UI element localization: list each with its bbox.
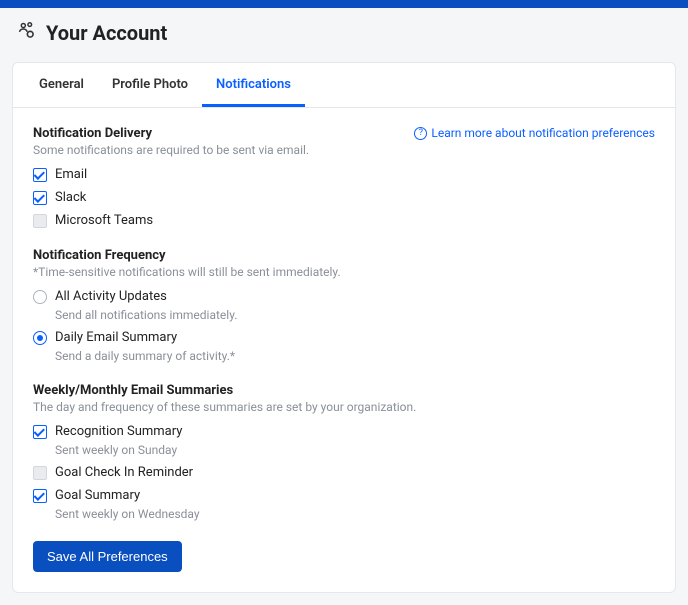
- account-icon: [16, 20, 38, 46]
- checkbox-email[interactable]: [33, 168, 47, 182]
- label-slack: Slack: [55, 190, 86, 205]
- desc-all-activity: Send all notifications immediately.: [55, 308, 655, 322]
- frequency-title: Notification Frequency: [33, 248, 655, 263]
- delivery-subtitle: Some notifications are required to be se…: [33, 143, 655, 157]
- label-goal-checkin: Goal Check In Reminder: [55, 465, 193, 480]
- settings-card: General Profile Photo Notifications ? Le…: [12, 62, 676, 593]
- section-frequency: Notification Frequency *Time-sensitive n…: [33, 248, 655, 363]
- help-icon: ?: [414, 127, 427, 140]
- section-delivery: ? Learn more about notification preferen…: [33, 126, 655, 228]
- tab-notifications[interactable]: Notifications: [202, 63, 305, 107]
- frequency-subtitle: *Time-sensitive notifications will still…: [33, 265, 655, 279]
- label-recognition: Recognition Summary: [55, 424, 182, 439]
- page-title: Your Account: [46, 21, 167, 45]
- weekly-title: Weekly/Monthly Email Summaries: [33, 383, 655, 398]
- save-button[interactable]: Save All Preferences: [33, 541, 182, 572]
- section-weekly: Weekly/Monthly Email Summaries The day a…: [33, 383, 655, 521]
- label-teams: Microsoft Teams: [55, 213, 153, 228]
- tabs: General Profile Photo Notifications: [13, 63, 675, 108]
- tab-content: ? Learn more about notification preferen…: [13, 108, 675, 592]
- label-daily-summary: Daily Email Summary: [55, 330, 177, 345]
- label-all-activity: All Activity Updates: [55, 289, 167, 304]
- desc-recognition: Sent weekly on Sunday: [55, 443, 655, 457]
- checkbox-goal-summary[interactable]: [33, 489, 47, 503]
- weekly-subtitle: The day and frequency of these summaries…: [33, 400, 655, 414]
- checkbox-slack[interactable]: [33, 191, 47, 205]
- label-goal-summary: Goal Summary: [55, 488, 140, 503]
- checkbox-goal-checkin[interactable]: [33, 466, 47, 480]
- learn-more-link[interactable]: ? Learn more about notification preferen…: [414, 126, 655, 140]
- checkbox-teams[interactable]: [33, 214, 47, 228]
- desc-daily-summary: Send a daily summary of activity.*: [55, 349, 655, 363]
- tab-general[interactable]: General: [25, 63, 98, 107]
- desc-goal-summary: Sent weekly on Wednesday: [55, 507, 655, 521]
- checkbox-recognition[interactable]: [33, 425, 47, 439]
- learn-more-text: Learn more about notification preference…: [431, 126, 655, 140]
- label-email: Email: [55, 167, 87, 182]
- page-header: Your Account: [0, 8, 688, 62]
- tab-profile-photo[interactable]: Profile Photo: [98, 63, 202, 107]
- radio-daily-summary[interactable]: [33, 331, 47, 345]
- radio-all-activity[interactable]: [33, 290, 47, 304]
- top-accent-bar: [0, 0, 688, 8]
